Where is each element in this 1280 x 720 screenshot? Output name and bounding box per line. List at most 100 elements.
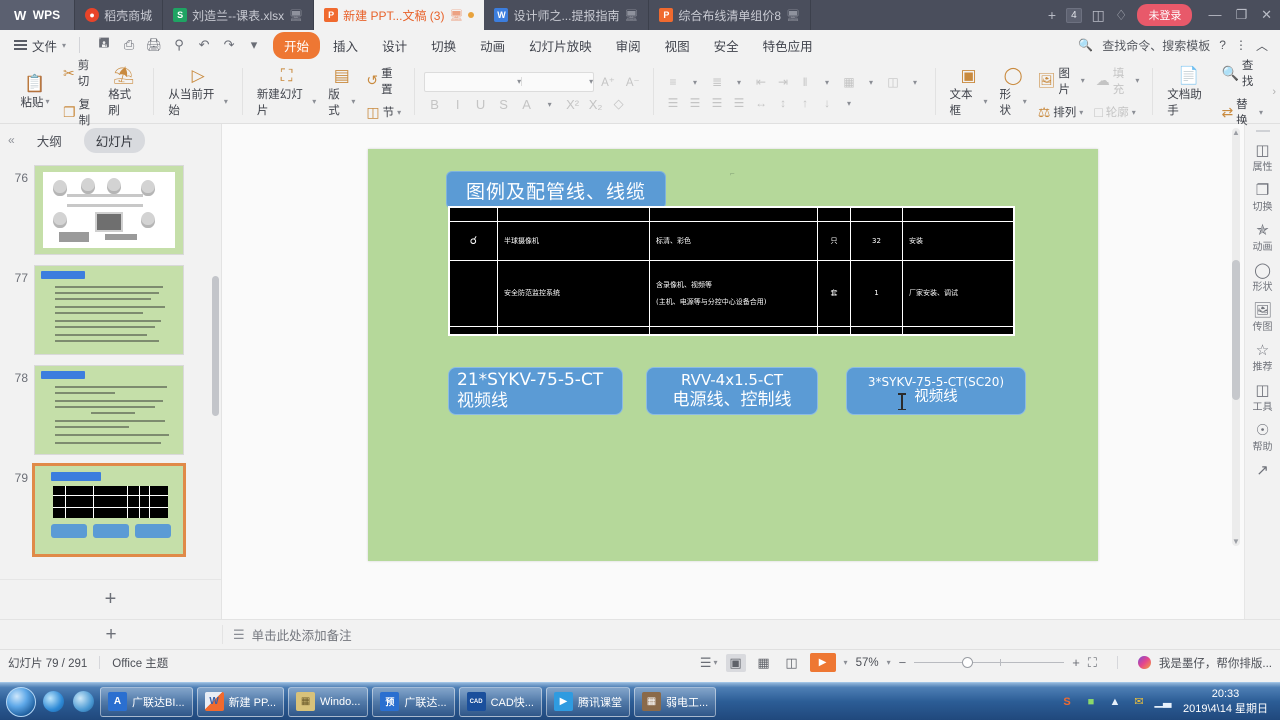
zoom-in-button[interactable]: +: [1072, 655, 1080, 670]
justify-button[interactable]: ☰: [729, 94, 750, 112]
tab-outline[interactable]: 大纲: [25, 128, 74, 153]
document-tab-ppt-active[interactable]: P 新建 PPT...文稿 (3) 🖥: [314, 0, 485, 30]
scroll-up-icon[interactable]: ▲: [1232, 128, 1240, 137]
redo-icon[interactable]: ↷: [218, 34, 240, 56]
text-box-button[interactable]: ▣ 文本框 ▾: [945, 65, 993, 120]
search-icon[interactable]: 🔍: [1078, 38, 1093, 52]
find-button[interactable]: 🔍 查找: [1217, 55, 1267, 91]
space-after-button[interactable]: ↓: [817, 94, 838, 112]
grow-font-button[interactable]: A⁺: [597, 73, 619, 91]
tab-animation[interactable]: 动画: [469, 32, 516, 59]
shrink-font-button[interactable]: A⁻: [622, 73, 644, 91]
strikethrough-button[interactable]: S: [493, 95, 514, 114]
add-slide-button[interactable]: +: [0, 579, 221, 619]
taskbar-item-7[interactable]: ▦ 弱电工...: [633, 686, 717, 717]
rail-item-tools[interactable]: ◫ 工具: [1245, 379, 1280, 418]
more-options-icon[interactable]: ⋮: [1235, 38, 1247, 52]
format-painter-button[interactable]: ⛱ 格式刷: [103, 65, 144, 120]
tab-start[interactable]: 开始: [273, 31, 321, 59]
taskbar-item-1[interactable]: A 广联达BI...: [100, 686, 193, 717]
tab-featured-apps[interactable]: 特色应用: [752, 32, 824, 59]
convert-smartart-button[interactable]: ◫: [883, 73, 904, 91]
normal-view-button[interactable]: ▣: [725, 653, 746, 672]
taskbar-item-2[interactable]: W 新建 PP...: [196, 686, 285, 717]
list-item[interactable]: 76: [0, 160, 221, 260]
layout-button[interactable]: ▤ 版式 ▾: [323, 65, 360, 120]
scroll-down-icon[interactable]: ▼: [1232, 537, 1240, 546]
mail-icon[interactable]: ✉: [1131, 694, 1147, 710]
chevron-down-icon[interactable]: ▾: [861, 73, 882, 91]
chevron-down-icon[interactable]: ▾: [539, 95, 560, 114]
slide-panel-scrollbar[interactable]: [212, 276, 219, 416]
superscript-button[interactable]: X²: [562, 95, 583, 114]
cable-label-box-3[interactable]: 3*SYKV-75-5-CT(SC20) 视频线: [846, 367, 1026, 415]
rail-item-recommend[interactable]: ☆ 推荐: [1245, 339, 1280, 378]
print-preview-icon[interactable]: ⎙: [118, 34, 140, 56]
align-left-button[interactable]: ☰: [663, 94, 684, 112]
tab-slides[interactable]: 幻灯片: [83, 127, 146, 153]
chevron-down-icon[interactable]: ▾: [817, 73, 838, 91]
tab-security[interactable]: 安全: [703, 32, 750, 59]
section-button[interactable]: ◫ 节 ▾: [362, 102, 405, 123]
skin-icon[interactable]: ♢: [1115, 7, 1128, 24]
tab-view[interactable]: 视图: [654, 32, 701, 59]
wps-home-tab[interactable]: W WPS: [0, 0, 76, 30]
underline-button[interactable]: U: [470, 95, 491, 114]
tab-transition[interactable]: 切换: [420, 32, 467, 59]
numbered-list-button[interactable]: ≣: [707, 73, 728, 91]
monitor-icon[interactable]: 🖥: [289, 9, 303, 22]
collapse-ribbon-icon[interactable]: ︿: [1256, 37, 1268, 54]
rail-grip[interactable]: [1255, 130, 1270, 132]
taskbar-clock[interactable]: 20:33 2019\4\14 星期日: [1179, 687, 1268, 717]
slider-knob[interactable]: [962, 657, 974, 668]
rail-item-animation[interactable]: ✯ 动画: [1245, 219, 1280, 258]
zoom-level[interactable]: 57%: [856, 657, 879, 669]
fit-to-window-button[interactable]: ⛶: [1088, 655, 1097, 671]
copy-button[interactable]: ❐ 复制: [59, 94, 101, 130]
reading-view-button[interactable]: ◫: [782, 654, 802, 672]
restore-button[interactable]: ❐: [1235, 7, 1247, 23]
new-tab-button[interactable]: +: [1048, 7, 1056, 23]
tab-design[interactable]: 设计: [371, 32, 418, 59]
ribbon-overflow-icon[interactable]: ›: [1272, 86, 1276, 98]
bold-button[interactable]: B: [424, 95, 445, 114]
zoom-slider[interactable]: [914, 657, 1065, 669]
legend-table[interactable]: ☌ 半球摄像机 标清、彩色 只 32 安装 安全防范监控系统 含录像机、视频等 …: [448, 206, 1015, 336]
document-tab-xlsx[interactable]: S 刘造兰--课表.xlsx 🖥: [163, 0, 315, 30]
document-tab-doc[interactable]: W 设计师之...提报指南 🖥: [484, 0, 650, 30]
signal-icon[interactable]: ▁▃: [1155, 694, 1172, 710]
font-name-input[interactable]: ▾: [425, 77, 521, 86]
battery-icon[interactable]: ■: [1083, 694, 1099, 710]
decrease-indent-button[interactable]: ⇤: [751, 73, 772, 91]
document-assistant-button[interactable]: 📄 文档助手: [1162, 65, 1215, 120]
login-status-badge[interactable]: 未登录: [1137, 4, 1193, 26]
save-icon[interactable]: 🖪: [93, 34, 115, 56]
tab-review[interactable]: 审阅: [605, 32, 652, 59]
start-slideshow-button[interactable]: ▶: [809, 653, 836, 672]
print-find-icon[interactable]: ⚲: [168, 34, 190, 56]
cloud-docs-icon[interactable]: ◫: [1092, 7, 1105, 24]
rail-item-properties[interactable]: ◫ 属性: [1245, 139, 1280, 178]
paste-button[interactable]: 📋 粘贴 ▾: [13, 73, 57, 112]
help-icon[interactable]: ?: [1219, 38, 1226, 52]
zoom-out-button[interactable]: −: [899, 655, 907, 670]
rail-item-help[interactable]: ☉ 帮助: [1245, 419, 1280, 458]
print-icon[interactable]: 🖨: [143, 34, 165, 56]
notes-input[interactable]: ☰ 单击此处添加备注: [222, 625, 1280, 644]
rail-item-transition[interactable]: ❐ 切换: [1245, 179, 1280, 218]
tab-slideshow[interactable]: 幻灯片放映: [518, 32, 603, 59]
font-size-input[interactable]: ▾: [521, 77, 593, 86]
document-tab-ppt2[interactable]: P 综合布线清单组价8 🖥: [649, 0, 812, 30]
start-from-current-button[interactable]: ▷ 从当前开始 ▾: [163, 65, 232, 120]
reset-button[interactable]: ↺ 重置: [362, 63, 405, 99]
tab-insert[interactable]: 插入: [322, 32, 369, 59]
canvas-scrollbar[interactable]: ▲ ▼: [1232, 128, 1240, 546]
close-button[interactable]: ✕: [1261, 7, 1272, 23]
outline-button[interactable]: □ 轮廓 ▾: [1090, 102, 1139, 122]
file-menu-button[interactable]: 文件 ▾: [8, 33, 72, 58]
list-item[interactable]: 79: [0, 460, 221, 560]
current-slide[interactable]: 图例及配管线、线缆 ⌐ ☌ 半球摄像机 标清、彩色 只 32 安装 安全防范监控…: [368, 149, 1098, 561]
distribute-button[interactable]: ↔: [751, 94, 772, 112]
chevron-down-icon[interactable]: ▾: [729, 73, 750, 91]
cut-button[interactable]: ✂ 剪切: [59, 55, 101, 91]
